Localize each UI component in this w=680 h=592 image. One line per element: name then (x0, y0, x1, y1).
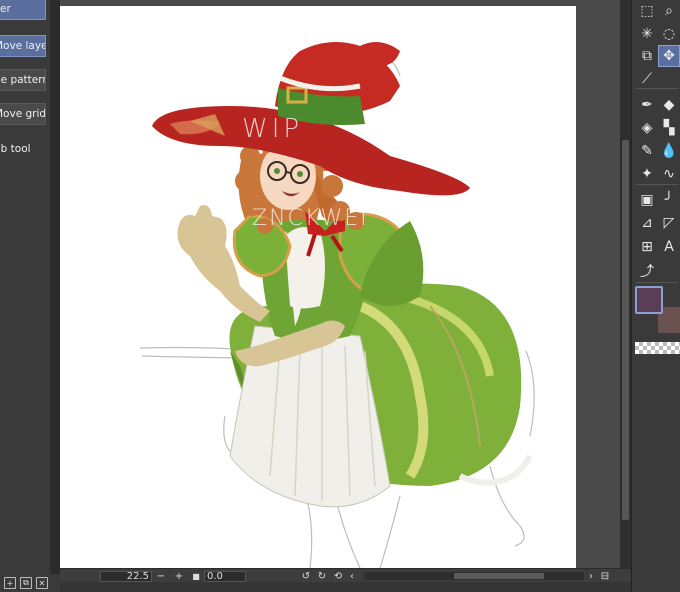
sub-tool-panel: er Move layer ne pattern Move grid ub to… (0, 0, 51, 574)
zoom-field[interactable]: 22.5 (100, 570, 152, 582)
frame-icon[interactable]: ◸ (658, 212, 680, 234)
curve-icon[interactable]: ╯ (658, 189, 680, 211)
tool-separator (636, 88, 678, 89)
drawing-canvas[interactable]: WIP ZNCKWEI (60, 6, 576, 568)
pen-icon[interactable]: ✒ (636, 94, 658, 116)
zoom-in-button[interactable]: + (170, 570, 188, 582)
scroll-left-button[interactable]: ‹ (346, 570, 358, 582)
vertical-scrollbar[interactable] (620, 0, 631, 568)
tool-panel: ⬚ ⌕ ✳ ◌ ⧉ ✥ ⟋ ✒ ◆ ◈ ▚ ✎ 💧 ✦ ∿ ▣ ╯ ⊿ ◸ ⊞ A ⤴ (631, 0, 680, 592)
brush-icon[interactable]: ✎ (636, 140, 658, 162)
text-icon[interactable]: A (658, 236, 680, 258)
watermark-wip: WIP (242, 114, 304, 144)
reset-rotation-button[interactable]: ⟲ (330, 570, 346, 582)
subtool-move-grid[interactable]: Move grid (0, 103, 46, 125)
horizontal-scrollbar[interactable] (364, 572, 584, 580)
tool-separator (636, 184, 678, 185)
magnifier-icon[interactable]: ⌕ (658, 0, 680, 22)
sparkle-icon[interactable]: ✦ (636, 163, 658, 185)
tool-separator (636, 282, 678, 283)
gradient-icon[interactable]: ▣ (636, 189, 658, 211)
eyedropper-icon[interactable]: ⟋ (636, 68, 658, 90)
fill-icon[interactable]: ◈ (636, 117, 658, 139)
blend-icon[interactable]: 💧 (658, 140, 680, 162)
layer-move-icon[interactable]: ⧉ (636, 45, 658, 67)
subtool-sub-tool[interactable]: ub tool (0, 139, 46, 161)
scrollbar-thumb[interactable] (622, 140, 629, 520)
watermark-author: ZNCKWEI (252, 206, 369, 231)
panel-gap (50, 0, 60, 574)
move-icon[interactable]: ✥ (658, 45, 680, 67)
main-color-swatch[interactable] (635, 286, 663, 314)
fit-view-button[interactable]: ⊟ (598, 570, 612, 582)
vector-icon[interactable]: ∿ (658, 163, 680, 185)
trash-icon[interactable]: ✕ (36, 577, 48, 589)
new-layer-icon[interactable]: + (4, 577, 16, 589)
selection-icon[interactable]: ⬚ (636, 0, 658, 22)
copy-icon[interactable]: ⧉ (20, 577, 32, 589)
panel-icon[interactable]: ⊞ (636, 236, 658, 258)
rotate-right-button[interactable]: ↻ (314, 570, 330, 582)
witch-illustration (139, 42, 535, 568)
eraser-icon[interactable]: ◆ (658, 94, 680, 116)
angle-field[interactable]: 0.0 (204, 570, 246, 582)
bottom-strip (60, 582, 631, 592)
correct-line-icon[interactable]: ⤴ (636, 260, 658, 282)
angle-slider[interactable] (246, 570, 298, 582)
zoom-out-button[interactable]: − (152, 570, 170, 582)
magic-wand-icon[interactable]: ✳ (636, 23, 658, 45)
transparent-color-swatch[interactable] (635, 342, 680, 354)
status-bar: 22.5 − + ■ 0.0 ↺ ↻ ⟲ ‹ › ⊟ (60, 568, 631, 583)
subtool-move-layer[interactable]: Move layer (0, 35, 46, 57)
layer-actions: + ⧉ ✕ (0, 574, 60, 592)
lasso-icon[interactable]: ◌ (658, 23, 680, 45)
ruler-icon[interactable]: ⊿ (636, 212, 658, 234)
horizontal-scrollbar-thumb[interactable] (454, 573, 544, 579)
subtool-layer[interactable]: er (0, 0, 46, 20)
stop-button[interactable]: ■ (188, 570, 204, 582)
rotate-left-button[interactable]: ↺ (298, 570, 314, 582)
decoration-icon[interactable]: ▚ (658, 117, 680, 139)
subtool-move-pattern[interactable]: ne pattern (0, 69, 46, 91)
scroll-right-button[interactable]: › (584, 570, 598, 582)
